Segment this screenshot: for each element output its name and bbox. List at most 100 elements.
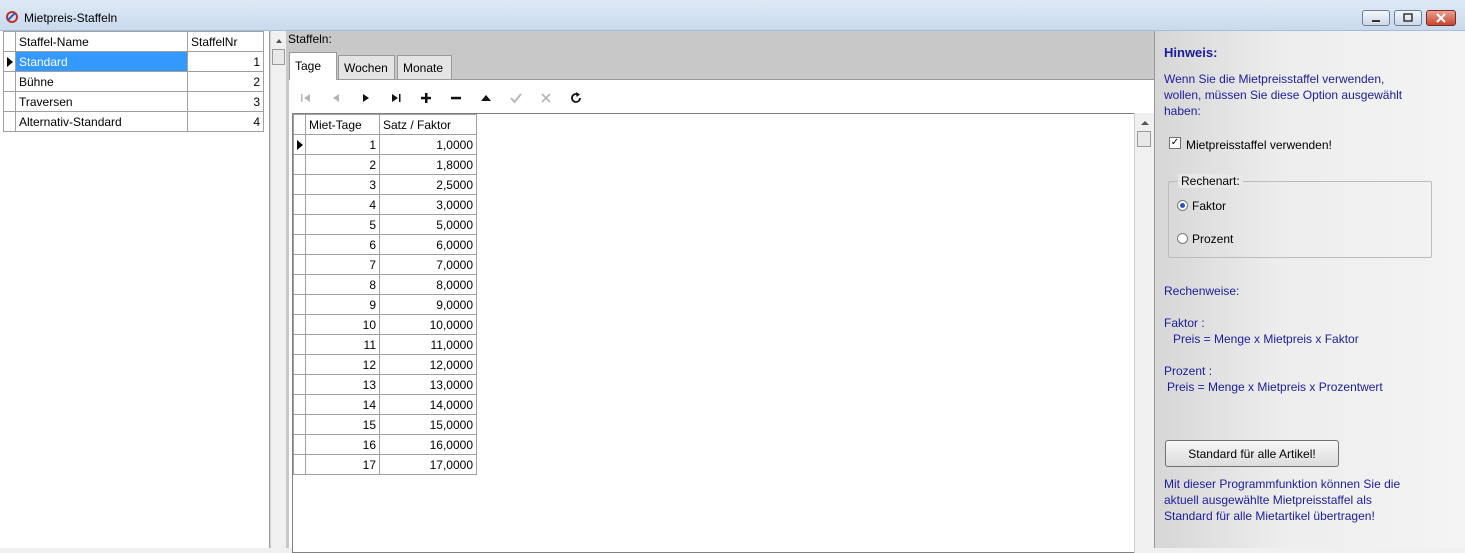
table-row[interactable]: Traversen 3: [3, 91, 264, 112]
miet-tage-cell[interactable]: 2: [305, 154, 380, 175]
col-staffel-nr[interactable]: StaffelNr: [187, 31, 264, 52]
standard-fuer-alle-artikel-button[interactable]: Standard für alle Artikel!: [1165, 440, 1339, 467]
nav-delete-button[interactable]: [445, 88, 467, 108]
table-row[interactable]: 14 14,0000: [293, 394, 477, 415]
satz-faktor-cell[interactable]: 7,0000: [379, 254, 477, 275]
table-row[interactable]: 2 1,8000: [293, 154, 477, 175]
row-indicator: [293, 154, 306, 175]
miet-tage-cell[interactable]: 14: [305, 394, 380, 415]
nav-next-button[interactable]: [355, 88, 377, 108]
scroll-up-icon[interactable]: [272, 35, 286, 47]
table-row[interactable]: Bühne 2: [3, 71, 264, 92]
tab-tage[interactable]: Tage: [289, 52, 337, 80]
table-row[interactable]: Alternativ-Standard 4: [3, 111, 264, 132]
miet-tage-cell[interactable]: 16: [305, 434, 380, 455]
miet-tage-cell[interactable]: 1: [305, 134, 380, 155]
miet-tage-cell[interactable]: 7: [305, 254, 380, 275]
staffel-nr-cell[interactable]: 1: [187, 51, 264, 72]
tab-wochen[interactable]: Wochen: [338, 55, 395, 80]
nav-prior-button[interactable]: [325, 88, 347, 108]
table-row[interactable]: 4 3,0000: [293, 194, 477, 215]
table-row[interactable]: 1 1,0000: [293, 134, 477, 155]
table-row[interactable]: 10 10,0000: [293, 314, 477, 335]
satz-faktor-cell[interactable]: 9,0000: [379, 294, 477, 315]
satz-faktor-cell[interactable]: 16,0000: [379, 434, 477, 455]
table-row[interactable]: 8 8,0000: [293, 274, 477, 295]
satz-faktor-cell[interactable]: 6,0000: [379, 234, 477, 255]
table-row[interactable]: 6 6,0000: [293, 234, 477, 255]
table-row[interactable]: 12 12,0000: [293, 354, 477, 375]
table-row[interactable]: 9 9,0000: [293, 294, 477, 315]
miet-tage-cell[interactable]: 11: [305, 334, 380, 355]
nav-insert-button[interactable]: [415, 88, 437, 108]
nav-refresh-button[interactable]: [565, 88, 587, 108]
staffel-name-cell[interactable]: Standard: [15, 51, 188, 72]
nav-edit-button[interactable]: [475, 88, 497, 108]
col-satz-faktor[interactable]: Satz / Faktor: [379, 114, 477, 135]
miet-tage-cell[interactable]: 12: [305, 354, 380, 375]
post-icon: [510, 93, 522, 104]
table-row[interactable]: 15 15,0000: [293, 414, 477, 435]
col-miet-tage[interactable]: Miet-Tage: [305, 114, 380, 135]
staffel-nr-cell[interactable]: 2: [187, 71, 264, 92]
radio-prozent-label[interactable]: Prozent: [1192, 231, 1233, 247]
tage-grid-scrollbar[interactable]: [1134, 113, 1154, 553]
satz-faktor-cell[interactable]: 12,0000: [379, 354, 477, 375]
satz-faktor-cell[interactable]: 3,0000: [379, 194, 477, 215]
col-staffel-name[interactable]: Staffel-Name: [15, 31, 188, 52]
satz-faktor-cell[interactable]: 1,0000: [379, 134, 477, 155]
miet-tage-cell[interactable]: 17: [305, 454, 380, 475]
table-row[interactable]: 3 2,5000: [293, 174, 477, 195]
staffel-nr-cell[interactable]: 3: [187, 91, 264, 112]
satz-faktor-cell[interactable]: 8,0000: [379, 274, 477, 295]
minimize-button[interactable]: [1362, 10, 1390, 26]
tab-monate[interactable]: Monate: [397, 55, 452, 80]
satz-faktor-cell[interactable]: 5,0000: [379, 214, 477, 235]
row-indicator: [293, 254, 306, 275]
miet-tage-cell[interactable]: 13: [305, 374, 380, 395]
satz-faktor-cell[interactable]: 15,0000: [379, 414, 477, 435]
radio-faktor-label[interactable]: Faktor: [1192, 198, 1226, 214]
table-row[interactable]: 5 5,0000: [293, 214, 477, 235]
table-row[interactable]: 11 11,0000: [293, 334, 477, 355]
satz-faktor-cell[interactable]: 1,8000: [379, 154, 477, 175]
mietpreisstaffel-checkbox-label[interactable]: Mietpreisstaffel verwenden!: [1186, 137, 1332, 153]
miet-tage-cell[interactable]: 4: [305, 194, 380, 215]
staffel-nr-cell[interactable]: 4: [187, 111, 264, 132]
radio-faktor[interactable]: [1177, 200, 1188, 211]
scroll-up-icon[interactable]: [1137, 117, 1153, 129]
nav-first-button[interactable]: [295, 88, 317, 108]
satz-faktor-cell[interactable]: 14,0000: [379, 394, 477, 415]
satz-faktor-cell[interactable]: 10,0000: [379, 314, 477, 335]
staffel-name-cell[interactable]: Bühne: [15, 71, 188, 92]
table-row[interactable]: 17 17,0000: [293, 454, 477, 475]
nav-post-button[interactable]: [505, 88, 527, 108]
miet-tage-cell[interactable]: 10: [305, 314, 380, 335]
scroll-thumb[interactable]: [1137, 131, 1151, 147]
staffel-name-cell[interactable]: Alternativ-Standard: [15, 111, 188, 132]
satz-faktor-cell[interactable]: 2,5000: [379, 174, 477, 195]
miet-tage-cell[interactable]: 5: [305, 214, 380, 235]
satz-faktor-cell[interactable]: 11,0000: [379, 334, 477, 355]
miet-tage-cell[interactable]: 8: [305, 274, 380, 295]
miet-tage-cell[interactable]: 9: [305, 294, 380, 315]
maximize-button[interactable]: [1394, 10, 1422, 26]
table-row[interactable]: Standard 1: [3, 51, 264, 72]
table-row[interactable]: 13 13,0000: [293, 374, 477, 395]
close-button[interactable]: [1426, 10, 1456, 26]
miet-tage-cell[interactable]: 3: [305, 174, 380, 195]
miet-tage-cell[interactable]: 6: [305, 234, 380, 255]
staffel-name-cell[interactable]: Traversen: [15, 91, 188, 112]
table-row[interactable]: 7 7,0000: [293, 254, 477, 275]
satz-faktor-cell[interactable]: 17,0000: [379, 454, 477, 475]
scroll-thumb[interactable]: [272, 49, 285, 65]
title-bar: Mietpreis-Staffeln: [0, 0, 1465, 31]
radio-prozent[interactable]: [1177, 233, 1188, 244]
staffel-list-scrollbar[interactable]: [270, 31, 286, 548]
table-row[interactable]: 16 16,0000: [293, 434, 477, 455]
nav-last-button[interactable]: [385, 88, 407, 108]
mietpreisstaffel-checkbox[interactable]: ✓: [1169, 137, 1181, 149]
nav-cancel-button[interactable]: [535, 88, 557, 108]
miet-tage-cell[interactable]: 15: [305, 414, 380, 435]
satz-faktor-cell[interactable]: 13,0000: [379, 374, 477, 395]
